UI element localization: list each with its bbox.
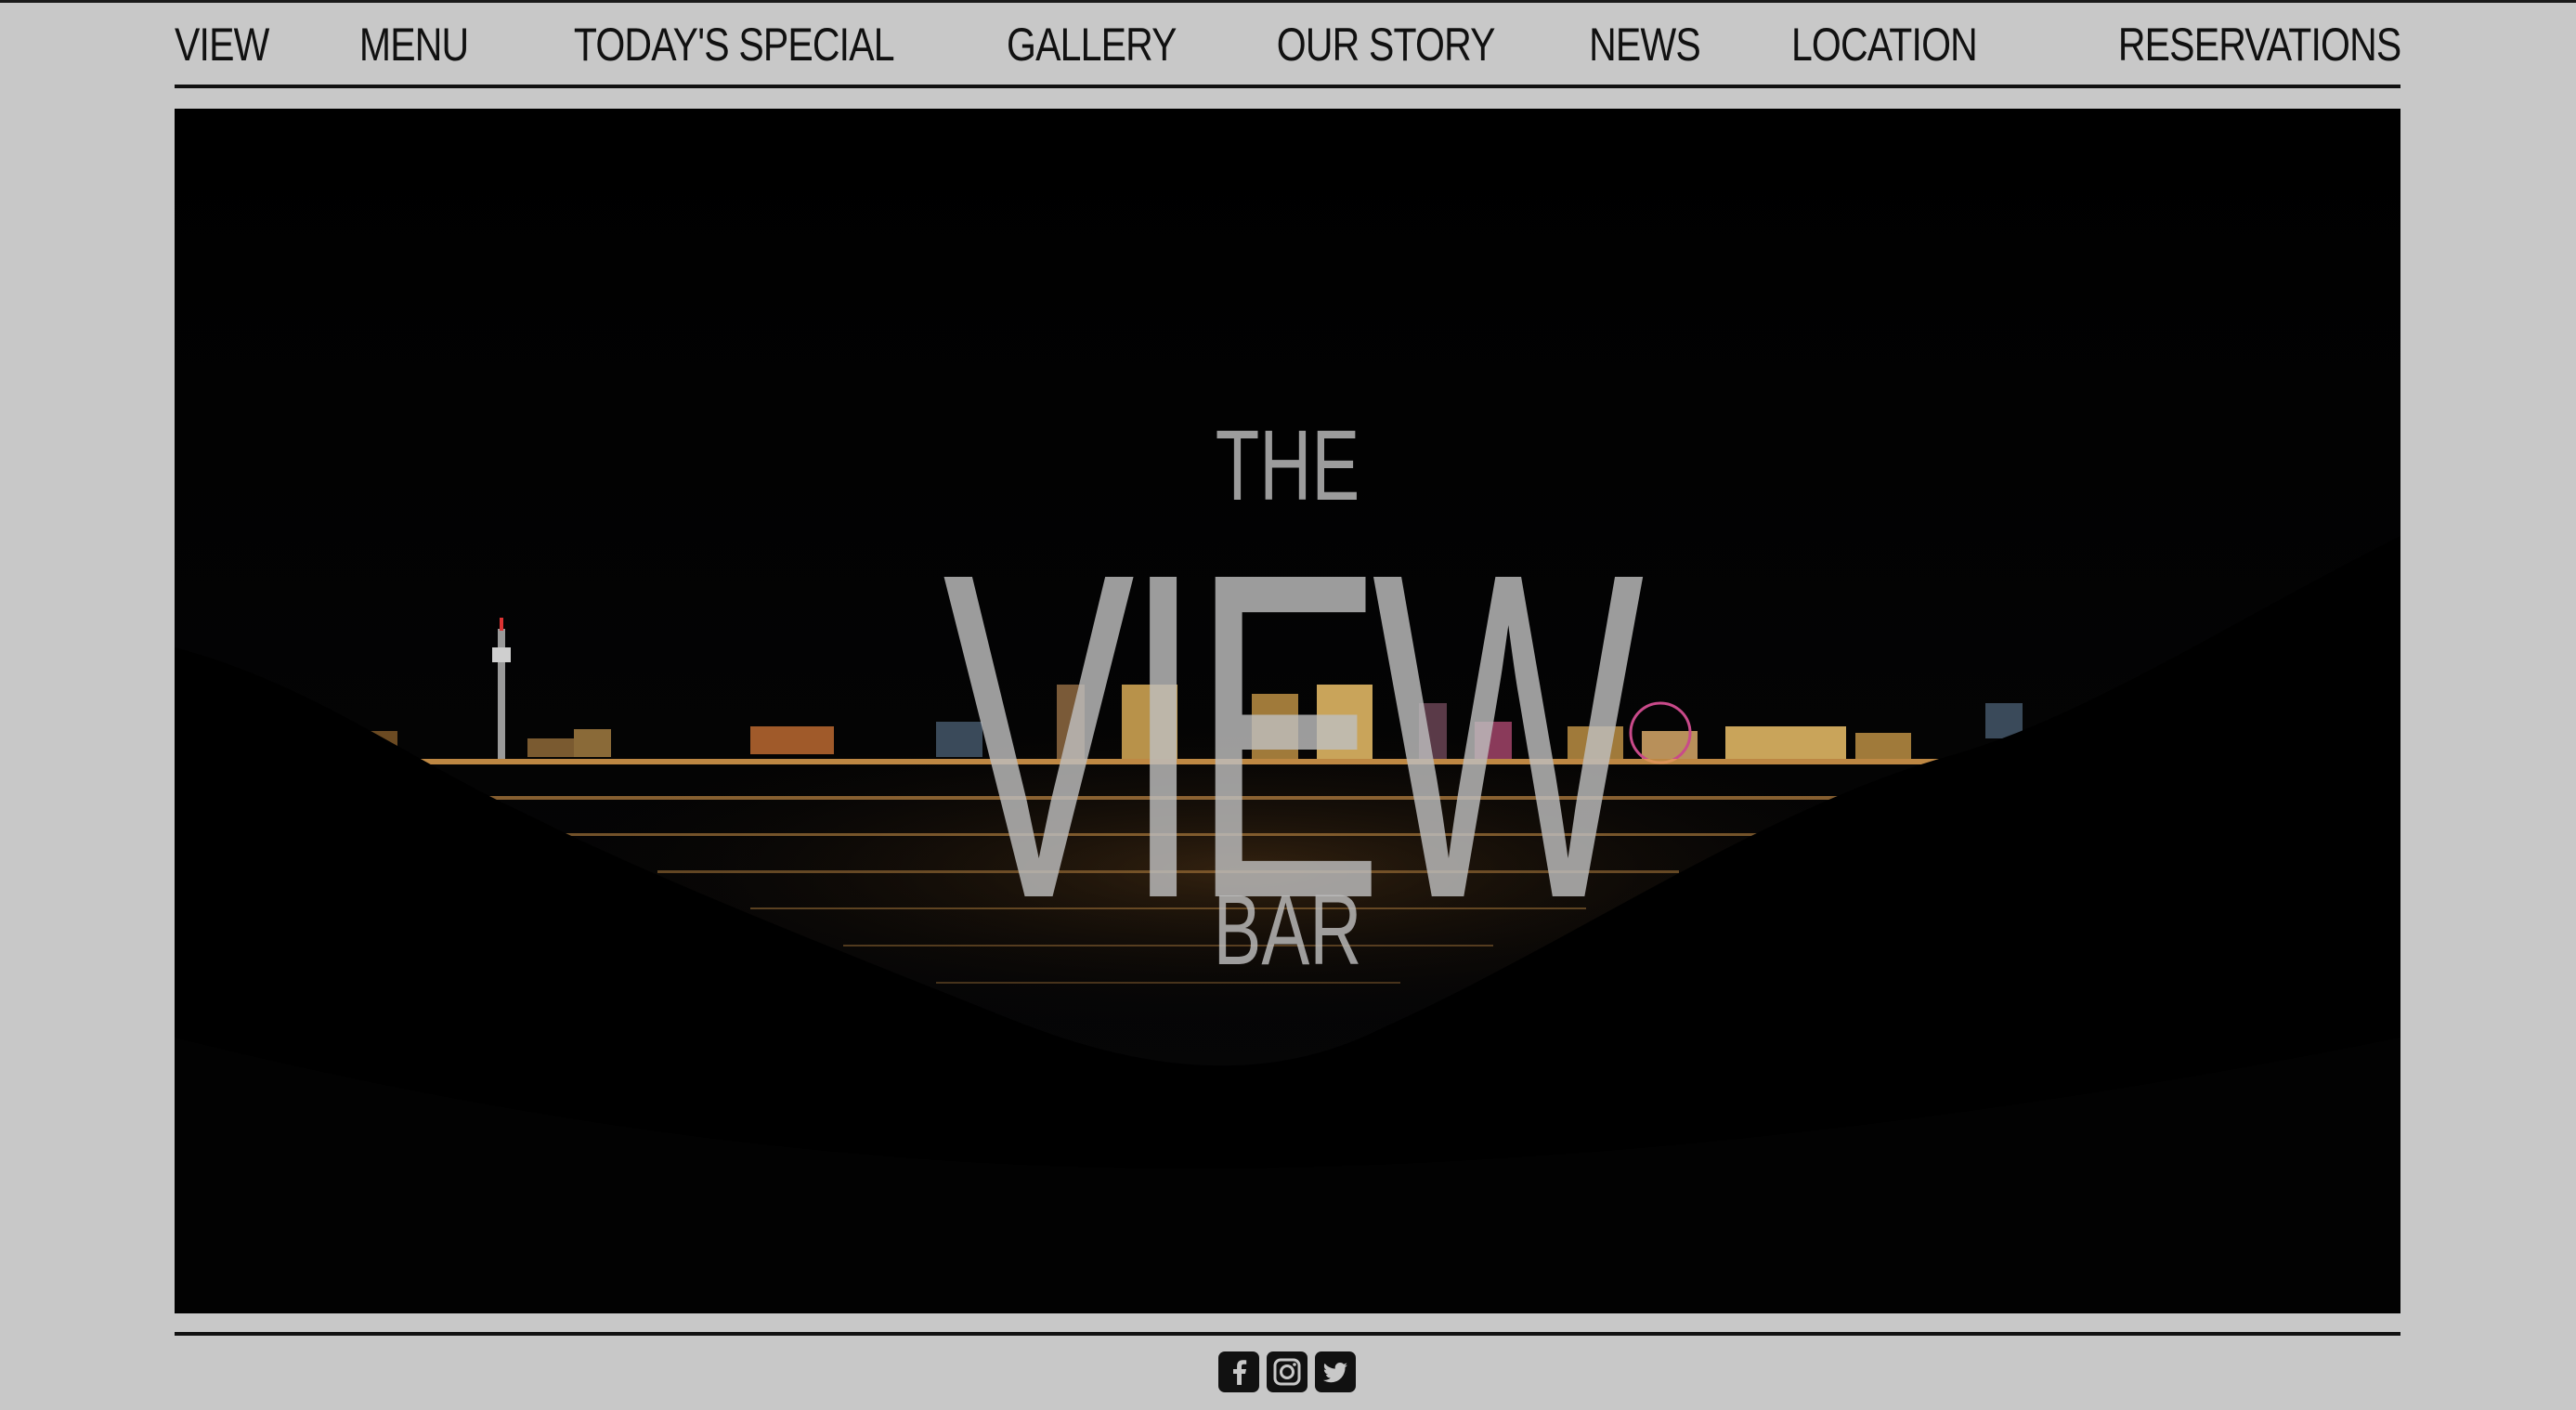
hero-banner: THE VIEW BAR — [175, 109, 2400, 1313]
main-nav: VIEW MENU TODAY'S SPECIAL GALLERY OUR ST… — [175, 7, 2401, 82]
nav-divider — [175, 85, 2400, 88]
facebook-icon[interactable] — [1218, 1351, 1259, 1392]
hero-title: THE VIEW BAR — [175, 109, 2400, 1313]
nav-item-location[interactable]: LOCATION — [1791, 18, 1978, 72]
hero-title-bar: BAR — [1213, 873, 1362, 986]
instagram-icon[interactable] — [1267, 1351, 1308, 1392]
twitter-icon[interactable] — [1315, 1351, 1356, 1392]
page: VIEW MENU TODAY'S SPECIAL GALLERY OUR ST… — [0, 0, 2576, 1410]
nav-item-gallery[interactable]: GALLERY — [1007, 18, 1177, 72]
footer-divider — [175, 1332, 2400, 1336]
nav-item-menu[interactable]: MENU — [359, 18, 469, 72]
social-links — [1218, 1351, 1356, 1394]
nav-item-news[interactable]: NEWS — [1589, 18, 1701, 72]
nav-item-todays-special[interactable]: TODAY'S SPECIAL — [574, 18, 895, 72]
nav-item-reservations[interactable]: RESERVATIONS — [2117, 18, 2400, 72]
nav-item-view[interactable]: VIEW — [175, 18, 269, 72]
top-border — [0, 0, 2576, 3]
nav-item-our-story[interactable]: OUR STORY — [1277, 18, 1496, 72]
